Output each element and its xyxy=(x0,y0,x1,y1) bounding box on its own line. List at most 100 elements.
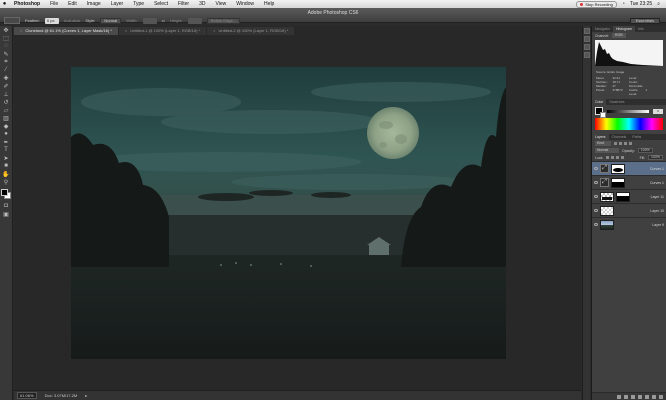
layer-name[interactable]: Layer 10 xyxy=(650,209,664,213)
layer-thumbnail[interactable] xyxy=(600,219,614,230)
tab-channels[interactable]: Channels xyxy=(609,134,630,140)
dodge-tool-icon[interactable]: ● xyxy=(2,130,11,138)
fill-field[interactable]: 100% xyxy=(648,155,663,160)
blur-tool-icon[interactable]: ◆ xyxy=(2,122,11,130)
blend-mode-select[interactable]: Normal xyxy=(595,148,619,153)
layer-mask-thumbnail[interactable] xyxy=(611,177,625,188)
tool-preset-picker[interactable] xyxy=(4,17,20,24)
brush-panel-icon[interactable] xyxy=(583,52,590,58)
tab-navigator[interactable]: Navigator xyxy=(592,26,613,32)
style-select[interactable]: Normal xyxy=(100,17,122,24)
hand-tool-icon[interactable]: ✋ xyxy=(2,170,11,178)
foreground-color-swatch[interactable] xyxy=(1,189,8,196)
clock[interactable]: Tue 23:25 xyxy=(630,1,652,7)
opacity-field[interactable]: 100% xyxy=(637,148,653,153)
menu-image[interactable]: Image xyxy=(82,1,106,7)
menu-photoshop[interactable]: Photoshop xyxy=(9,1,45,7)
path-select-tool-icon[interactable]: ➤ xyxy=(2,154,11,162)
shape-tool-icon[interactable]: ■ xyxy=(2,162,11,170)
menu-select[interactable]: Select xyxy=(149,1,173,7)
swap-icon[interactable]: ⇄ xyxy=(162,18,165,23)
tab-untitled-1[interactable]: × Untitled-1 @ 100% (Layer 1, RGB/16) * xyxy=(118,27,207,35)
eye-icon[interactable] xyxy=(594,181,598,184)
pen-tool-icon[interactable]: ✒ xyxy=(2,138,11,146)
eraser-tool-icon[interactable]: ▱ xyxy=(2,106,11,114)
screen-mode-icon[interactable]: ▣ xyxy=(2,210,11,218)
close-icon[interactable]: × xyxy=(213,28,215,33)
channel-select[interactable]: RGB xyxy=(612,33,626,38)
stop-recording-button[interactable]: Stop Recording xyxy=(576,0,617,8)
actions-panel-icon[interactable] xyxy=(583,36,590,42)
close-icon[interactable]: × xyxy=(125,28,127,33)
layer-name[interactable]: Layer 9 xyxy=(652,223,664,227)
tab-paths[interactable]: Paths xyxy=(629,134,644,140)
menu-window[interactable]: Window xyxy=(231,1,259,7)
k-slider[interactable] xyxy=(607,109,649,113)
filter-kind-select[interactable]: Kind xyxy=(595,141,611,146)
tab-histogram[interactable]: Histogram xyxy=(612,26,635,32)
lasso-tool-icon[interactable]: ◌ xyxy=(2,42,11,50)
layer-name[interactable]: Curves 1 xyxy=(650,181,664,185)
history-brush-tool-icon[interactable]: ↺ xyxy=(2,98,11,106)
lock-transparency-icon[interactable] xyxy=(606,156,610,159)
workspace-switcher[interactable]: Essentials xyxy=(629,17,660,24)
menu-3d[interactable]: 3D xyxy=(194,1,210,7)
apple-icon[interactable]: ● xyxy=(0,1,9,7)
filter-shape-icon[interactable] xyxy=(629,142,632,145)
layer-name[interactable]: Layer 11 xyxy=(651,195,664,199)
history-panel-icon[interactable] xyxy=(583,28,590,34)
tab-info[interactable]: Info xyxy=(635,26,647,32)
tab-untitled-2[interactable]: × Untitled-2 @ 100% (Layer 1, RGB/16) * xyxy=(207,27,295,35)
width-input[interactable] xyxy=(142,17,157,24)
eye-icon[interactable] xyxy=(594,167,598,170)
tab-layers[interactable]: Layers xyxy=(592,134,609,140)
height-input[interactable] xyxy=(187,17,202,24)
crop-tool-icon[interactable]: ⌗ xyxy=(2,58,11,66)
status-menu-arrow-icon[interactable]: ▸ xyxy=(85,393,87,398)
refine-edge-button[interactable]: Refine Edge... xyxy=(206,17,241,24)
tab-cloneland[interactable]: × Cloneland @ 61.1% (Curves 1, Layer Mask… xyxy=(14,27,118,35)
healing-brush-tool-icon[interactable]: ✚ xyxy=(2,74,11,82)
layer-thumbnail[interactable] xyxy=(600,191,614,202)
gradient-tool-icon[interactable]: ▥ xyxy=(2,114,11,122)
layer-row[interactable]: Layer 9 xyxy=(592,217,666,231)
lock-position-icon[interactable] xyxy=(616,156,620,159)
eyedropper-tool-icon[interactable]: ⁄ xyxy=(2,66,11,74)
k-value-field[interactable]: 0 xyxy=(653,108,663,114)
quick-mask-icon[interactable]: ◘ xyxy=(2,202,11,210)
panel-foreground-swatch[interactable] xyxy=(595,107,606,118)
link-layers-icon[interactable] xyxy=(617,394,621,399)
zoom-tool-icon[interactable]: ⚲ xyxy=(2,178,11,186)
panel-background-swatch[interactable] xyxy=(600,112,606,118)
brush-tool-icon[interactable]: ✐ xyxy=(2,82,11,90)
color-spectrum[interactable] xyxy=(595,118,663,130)
menu-type[interactable]: Type xyxy=(128,1,149,7)
canvas-area[interactable] xyxy=(14,35,581,390)
lock-pixels-icon[interactable] xyxy=(611,156,615,159)
menu-layer[interactable]: Layer xyxy=(106,1,129,7)
document-image[interactable] xyxy=(71,67,506,359)
layer-row[interactable]: ⤢ Curves 1 xyxy=(592,161,666,175)
filter-type-icon[interactable] xyxy=(624,142,627,145)
layer-name[interactable]: Curves 1 xyxy=(650,167,664,171)
properties-panel-icon[interactable] xyxy=(583,44,590,50)
filter-adjust-icon[interactable] xyxy=(619,142,622,145)
eye-icon[interactable] xyxy=(594,209,598,212)
quick-select-tool-icon[interactable]: ✎ xyxy=(2,50,11,58)
filter-pixel-icon[interactable] xyxy=(614,142,617,145)
color-swatches[interactable] xyxy=(1,189,11,199)
menu-filter[interactable]: Filter xyxy=(173,1,194,7)
move-tool-icon[interactable]: ✥ xyxy=(2,26,11,34)
new-layer-icon[interactable] xyxy=(652,394,656,399)
new-group-icon[interactable] xyxy=(645,394,649,399)
close-icon[interactable]: × xyxy=(20,28,22,33)
antialias-checkbox[interactable]: Anti-alias xyxy=(64,18,80,23)
layer-row[interactable]: Layer 10 xyxy=(592,203,666,217)
eye-icon[interactable] xyxy=(594,223,598,226)
source-value[interactable]: Entire Image xyxy=(607,70,624,74)
marquee-tool-icon[interactable]: ⬚ xyxy=(2,34,11,42)
add-mask-icon[interactable] xyxy=(631,394,635,399)
trash-icon[interactable] xyxy=(659,394,663,399)
clone-stamp-tool-icon[interactable]: ⊥ xyxy=(2,90,11,98)
menu-view[interactable]: View xyxy=(211,1,232,7)
